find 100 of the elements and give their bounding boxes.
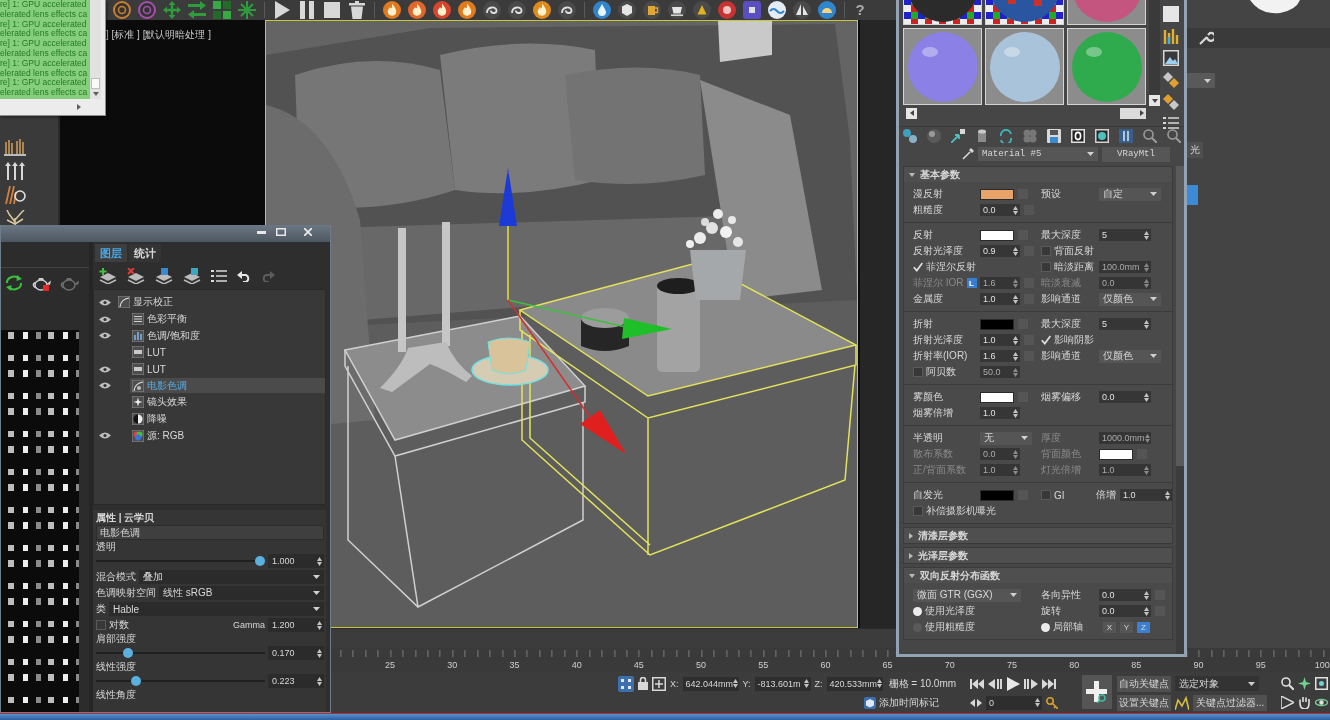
dropdown[interactable]: 叠加: [139, 570, 324, 584]
swirl-icon[interactable]: [558, 1, 576, 19]
rollout-header[interactable]: 清漆层参数: [904, 528, 1172, 543]
dropdown[interactable]: 微面 GTR (GGX): [913, 588, 1021, 602]
swirl-icon[interactable]: [483, 1, 501, 19]
cup-icon[interactable]: [668, 1, 686, 19]
sail-icon[interactable]: [793, 1, 811, 19]
layer-item[interactable]: LUT: [130, 361, 325, 377]
scroll-thumb[interactable]: [1120, 107, 1146, 119]
scroll-thumb[interactable]: [91, 78, 100, 89]
diamonds-icon[interactable]: [1163, 72, 1179, 88]
layer-item[interactable]: 色彩平衡: [130, 311, 325, 327]
dropdown[interactable]: 自定: [1099, 187, 1161, 201]
big-key-button[interactable]: [1082, 675, 1112, 709]
slider-thumb[interactable]: [255, 556, 265, 566]
wave-icon[interactable]: [768, 1, 786, 19]
layer-item[interactable]: 源: RGB: [130, 428, 325, 444]
slider-track[interactable]: [96, 555, 265, 567]
search-icon[interactable]: [1143, 129, 1157, 143]
picture-icon[interactable]: [1163, 50, 1179, 66]
arrows-up-icon[interactable]: [4, 162, 26, 180]
hand-icon[interactable]: [1298, 696, 1312, 709]
stack-plus-icon[interactable]: [99, 267, 117, 284]
ring-icon[interactable]: [138, 1, 156, 19]
number-field[interactable]: 0.0: [1099, 589, 1151, 601]
orbit-icon[interactable]: [1315, 696, 1329, 709]
material-name-dropdown[interactable]: Material #5: [978, 147, 1098, 161]
drop-icon[interactable]: [593, 1, 611, 19]
dropdown[interactable]: 仅颜色: [1099, 292, 1161, 306]
flame-icon[interactable]: [533, 1, 551, 19]
color-swatch[interactable]: [980, 391, 1014, 403]
axis-button[interactable]: X: [1103, 621, 1116, 633]
square-icon[interactable]: [743, 1, 761, 19]
layer-item[interactable]: 降噪: [130, 411, 325, 427]
number-field[interactable]: 1.0: [1120, 489, 1172, 501]
swirl-icon[interactable]: [508, 1, 526, 19]
scrollbar[interactable]: [90, 0, 101, 99]
material-type-button[interactable]: VRayMtl: [1102, 146, 1170, 162]
scrollbar[interactable]: [1176, 166, 1184, 654]
selection-dropdown[interactable]: 选定对象: [1175, 676, 1259, 691]
plant-icon[interactable]: [4, 210, 26, 228]
coordinate-field[interactable]: -813.601m: [754, 676, 811, 691]
tab[interactable]: 图层: [95, 244, 127, 262]
trash-icon[interactable]: [348, 1, 366, 19]
time-tag-button[interactable]: 添加时间标记: [864, 695, 939, 710]
triangle-icon[interactable]: [1281, 696, 1295, 709]
scroll-thumb[interactable]: [1176, 166, 1184, 466]
stack-doc-icon[interactable]: [183, 267, 201, 284]
number-field[interactable]: 1.200: [268, 618, 324, 632]
color-swatch[interactable]: [980, 229, 1014, 241]
disc-icon[interactable]: [718, 1, 736, 19]
play-icon[interactable]: [1006, 676, 1020, 691]
layer-item[interactable]: 电影色调: [130, 378, 325, 394]
number-field[interactable]: 1.0: [980, 293, 1020, 305]
arrows-icon[interactable]: [188, 1, 206, 19]
key-filters-button[interactable]: 关键点过滤器...: [1193, 694, 1268, 711]
number-field[interactable]: 0.0: [980, 204, 1020, 216]
ring-square-icon[interactable]: [1071, 129, 1085, 143]
eye-icon[interactable]: [99, 365, 111, 373]
sphere-square-icon[interactable]: [1095, 129, 1109, 143]
stack-doc-icon[interactable]: [155, 267, 173, 284]
number-field[interactable]: 0.170: [268, 646, 324, 660]
checkbox[interactable]: [913, 506, 923, 516]
eye-icon[interactable]: [99, 298, 111, 306]
frame-field[interactable]: 0: [986, 695, 1042, 710]
radio-button[interactable]: [913, 606, 922, 616]
move-icon[interactable]: [163, 1, 181, 19]
burst-icon[interactable]: [238, 1, 256, 19]
cylinder-icon[interactable]: [975, 129, 989, 143]
eye-icon[interactable]: [99, 315, 111, 323]
color-swatch[interactable]: [980, 188, 1014, 200]
search-icon[interactable]: [1281, 677, 1295, 690]
cube-icon[interactable]: [618, 1, 636, 19]
axis-button[interactable]: Y: [1120, 621, 1133, 633]
move-gizmo[interactable]: [499, 168, 672, 454]
checkbox[interactable]: [96, 620, 106, 630]
number-field[interactable]: 1.000: [268, 554, 324, 568]
crosshair-icon[interactable]: [652, 676, 666, 691]
checkbox[interactable]: [1041, 246, 1051, 256]
color-swatch[interactable]: [980, 489, 1014, 501]
search-icon[interactable]: [1167, 129, 1181, 143]
arrow-icon[interactable]: [92, 92, 99, 96]
arrow-icon[interactable]: [77, 104, 81, 110]
diamonds-icon[interactable]: [1163, 94, 1179, 110]
step-back-icon[interactable]: [988, 678, 1002, 689]
ball-icon[interactable]: [927, 129, 941, 143]
pause-icon[interactable]: [298, 1, 316, 19]
panel-button[interactable]: 光: [1187, 142, 1203, 158]
double-arrow-icon[interactable]: [970, 698, 982, 707]
arrow-icon[interactable]: [1140, 110, 1144, 116]
help-button[interactable]: ?: [853, 1, 867, 19]
sticks-icon[interactable]: [4, 186, 26, 204]
dropdown[interactable]: 无: [980, 431, 1032, 445]
number-field[interactable]: 0.9: [980, 245, 1020, 257]
sunset-icon[interactable]: [818, 1, 836, 19]
arrow-icon[interactable]: [909, 110, 914, 116]
rollout-header[interactable]: 双向反射分布函数: [904, 568, 1172, 583]
viewport-label[interactable]: ] [标准 ] [默认明暗处理 ]: [106, 29, 211, 40]
number-field[interactable]: 5: [1099, 229, 1151, 241]
color-swatch[interactable]: [980, 318, 1014, 330]
